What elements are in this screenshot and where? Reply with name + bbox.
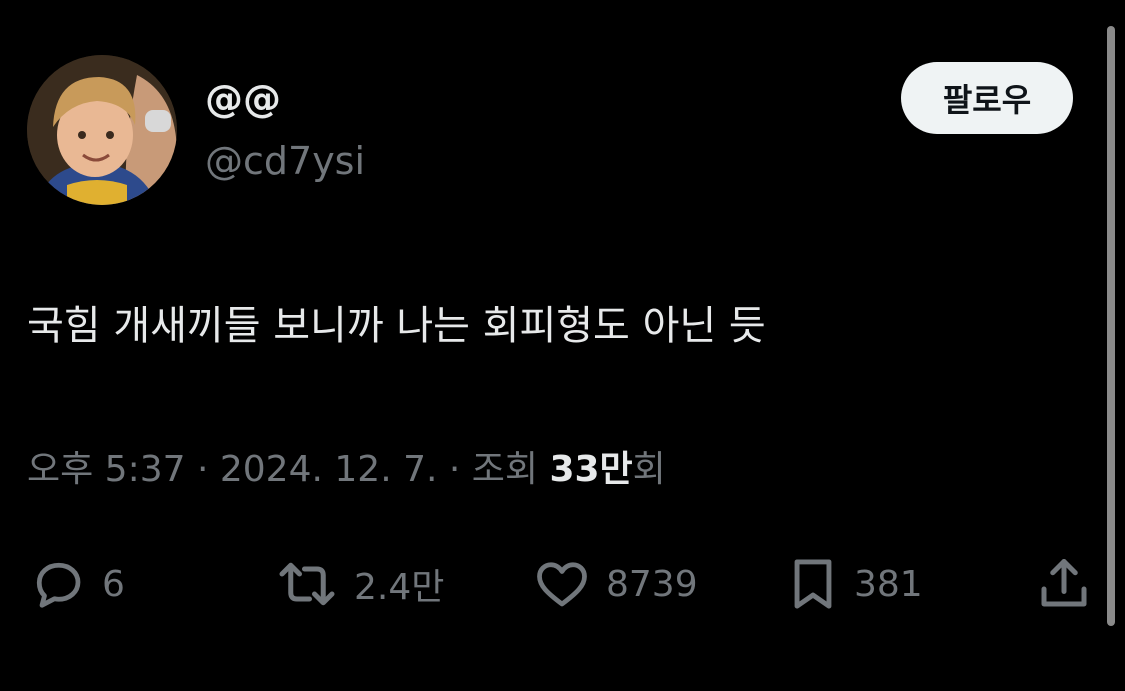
bookmark-icon: [794, 559, 832, 609]
author-display-name[interactable]: @@: [205, 76, 281, 122]
tweet-date[interactable]: 2024. 12. 7.: [220, 449, 438, 490]
action-bar: 6 2.4만 8739 381: [0, 552, 1125, 616]
retweet-icon: [279, 562, 335, 606]
heart-icon: [537, 562, 587, 607]
like-count: 8739: [606, 563, 698, 605]
reply-icon: [36, 562, 81, 608]
share-icon: [1041, 559, 1087, 607]
reply-count: 6: [102, 563, 125, 605]
retweet-count: 2.4만: [354, 567, 445, 608]
follow-button[interactable]: 팔로우: [901, 62, 1073, 134]
meta-separator: ·: [185, 449, 220, 490]
views-suffix: 회: [632, 449, 666, 490]
tweet-time[interactable]: 오후 5:37: [27, 449, 186, 490]
bookmark-count: 381: [854, 563, 923, 605]
bookmark-button[interactable]: 381: [786, 552, 923, 616]
author-handle[interactable]: @cd7ysi: [205, 138, 365, 184]
avatar-photo: [27, 55, 177, 205]
retweet-button[interactable]: 2.4만: [274, 552, 444, 616]
tweet-text: 국힘 개새끼들 보니까 나는 회피형도 아닌 듯: [27, 303, 766, 349]
views-count[interactable]: 33만: [549, 449, 632, 490]
tweet-meta: 오후 5:37 · 2024. 12. 7. · 조회 33만회: [27, 446, 666, 494]
author-avatar[interactable]: [27, 55, 177, 205]
scrollbar[interactable]: [1107, 26, 1115, 626]
share-button[interactable]: [1034, 552, 1094, 616]
like-button[interactable]: 8739: [532, 552, 698, 616]
reply-button[interactable]: 6: [28, 552, 125, 616]
views-prefix: 조회: [471, 449, 550, 490]
meta-separator: ·: [437, 449, 472, 490]
